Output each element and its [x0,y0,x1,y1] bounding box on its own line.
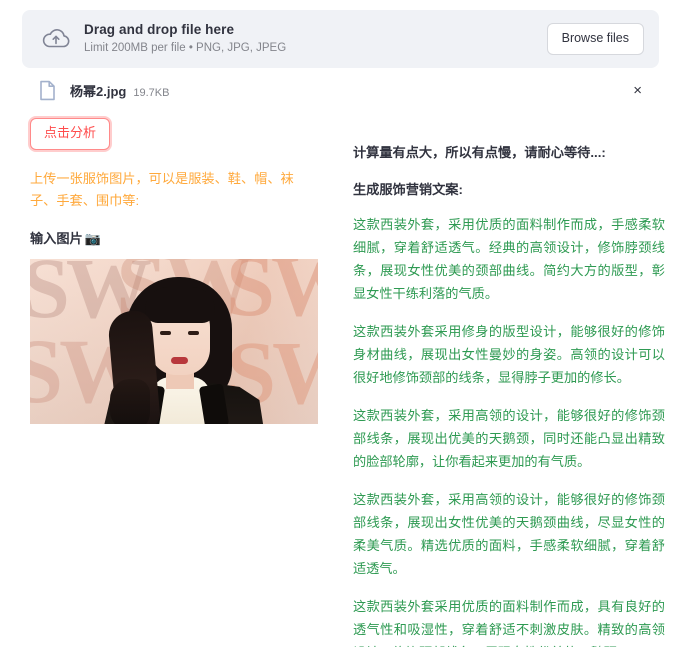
generated-paragraph: 这款西装外套，采用优质的面料制作而成，手感柔软细腻，穿着舒适透气。经典的高领设计… [353,217,665,302]
close-icon[interactable]: × [628,79,647,102]
generated-paragraph: 这款西装外套，采用高领的设计，能够很好的修饰颈部线条，展现出优美的天鹅颈，同时还… [353,408,665,469]
input-image-label: 输入图片 📷 [30,229,317,249]
upload-instruction-text: 上传一张服饰图片，可以是服装、鞋、帽、袜子、手套、围巾等: [30,170,294,208]
cloud-upload-icon [38,21,74,57]
generated-paragraph: 这款西装外套采用修身的版型设计，能够很好的修饰身材曲线，展现出女性曼妙的身姿。高… [353,324,665,386]
analyze-button[interactable]: 点击分析 [30,118,111,150]
dropzone-title: Drag and drop file here [84,21,235,37]
left-column: 点击分析 上传一张服饰图片，可以是服装、鞋、帽、袜子、手套、围巾等: 输入图片 📷… [0,112,345,425]
figure-eye-left [160,331,171,336]
app-root: Drag and drop file here Limit 200MB per … [0,0,681,647]
file-name: 杨幂2.jpg [70,83,127,99]
file-meta: 杨幂2.jpg 19.7KB [70,81,628,100]
file-document-icon [36,78,58,102]
watermark-letter: SW [226,259,318,336]
browse-files-button[interactable]: Browse files [546,23,644,55]
processing-note: 计算量有点大，所以有点慢，请耐心等待...: [353,145,606,160]
uploaded-image-preview[interactable]: SW SW SW SW SW [30,259,318,425]
camera-icon: 📷 [84,231,101,247]
dropzone-text: Drag and drop file here Limit 200MB per … [84,21,547,57]
file-dropzone[interactable]: Drag and drop file here Limit 200MB per … [22,10,659,68]
preview-photo: SW SW SW SW SW [30,259,318,425]
generated-paragraph: 这款西装外套，采用高领的设计，能够很好的修饰颈部线条，展现出女性优美的天鹅颈曲线… [353,491,665,576]
figure-fringe [145,287,215,324]
file-size: 19.7KB [133,86,170,99]
uploaded-file-row: 杨幂2.jpg 19.7KB × [22,72,659,108]
generated-paragraph: 这款西装外套采用优质的面料制作而成，具有良好的透气性和吸湿性，穿着舒适不刺激皮肤… [353,598,665,647]
dropzone-limits: Limit 200MB per file • PNG, JPG, JPEG [84,41,287,54]
figure-lips [171,357,188,365]
figure-eye-right [188,331,199,336]
right-column: 计算量有点大，所以有点慢，请耐心等待...: 生成服饰营销文案: 这款西装外套，… [345,112,681,647]
input-image-label-text: 输入图片 [30,231,83,247]
generated-copy-title: 生成服饰营销文案: [353,182,463,198]
main-columns: 点击分析 上传一张服饰图片，可以是服装、鞋、帽、袜子、手套、围巾等: 输入图片 📷… [0,112,681,647]
figure-hair-curl [110,379,150,425]
